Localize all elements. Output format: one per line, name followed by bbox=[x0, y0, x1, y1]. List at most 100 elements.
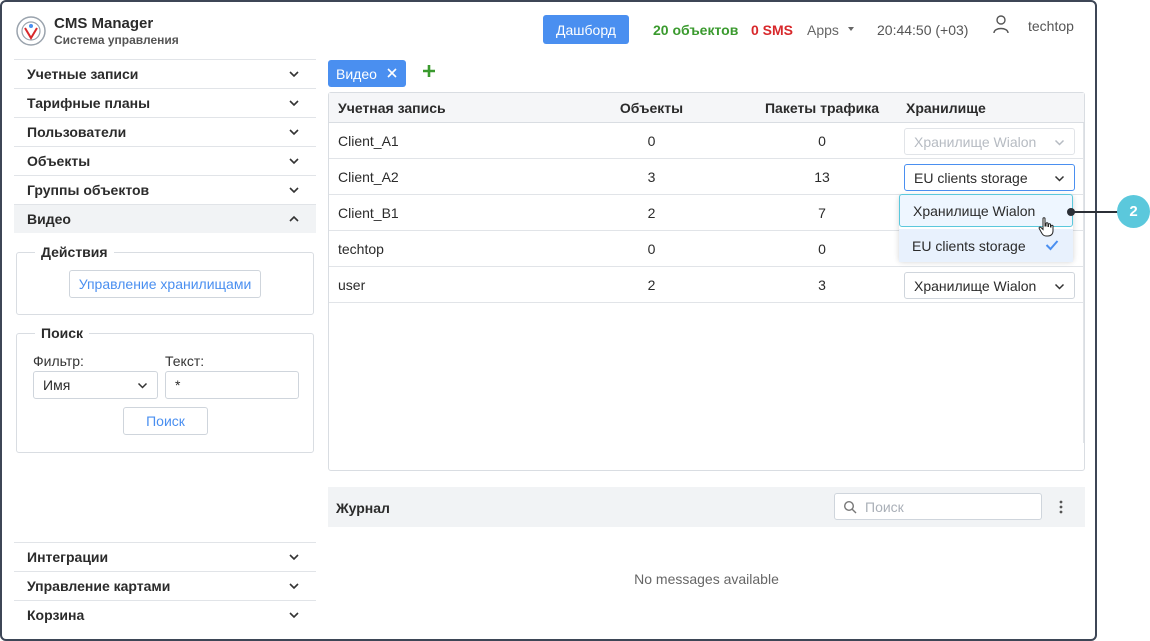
apps-menu[interactable]: Apps bbox=[807, 22, 839, 38]
log-empty-message: No messages available bbox=[328, 571, 1085, 587]
app-window: CMS Manager Система управления Дашборд 2… bbox=[0, 0, 1097, 641]
cell-traffic: 7 bbox=[747, 195, 897, 230]
callout-badge: 2 bbox=[1117, 195, 1150, 228]
chevron-down-icon bbox=[288, 156, 300, 166]
sidebar-item-label: Управление картами bbox=[27, 578, 170, 594]
sidebar-item-label: Пользователи bbox=[27, 124, 126, 140]
log-title: Журнал bbox=[336, 500, 390, 516]
column-header-storage[interactable]: Хранилище bbox=[906, 93, 986, 123]
chevron-down-icon bbox=[288, 185, 300, 195]
cell-traffic: 3 bbox=[747, 267, 897, 302]
sidebar-item-label: Объекты bbox=[27, 153, 90, 169]
text-input[interactable]: * bbox=[165, 371, 299, 399]
search-icon bbox=[843, 500, 857, 514]
sidebar-item-label: Интеграции bbox=[27, 549, 108, 565]
sidebar-item-label: Учетные записи bbox=[27, 66, 138, 82]
dropdown-option-label: Хранилище Wialon bbox=[913, 203, 1035, 219]
chevron-down-icon bbox=[288, 127, 300, 137]
storage-select[interactable]: Хранилище Wialon bbox=[904, 272, 1075, 299]
callout-line bbox=[1071, 211, 1120, 213]
cell-traffic: 0 bbox=[747, 123, 897, 158]
actions-legend: Действия bbox=[35, 244, 114, 260]
search-legend: Поиск bbox=[35, 325, 89, 341]
sidebar-item-object-groups[interactable]: Группы объектов bbox=[14, 175, 316, 204]
storage-select-value: Хранилище Wialon bbox=[914, 278, 1036, 294]
brand-subtitle: Система управления bbox=[54, 33, 179, 47]
storage-select: Хранилище Wialon bbox=[904, 128, 1075, 155]
sidebar-item-integrations[interactable]: Интеграции bbox=[14, 542, 316, 571]
search-group: Поиск Фильтр: Текст: Имя * Поиск bbox=[16, 333, 314, 453]
cell-account: Client_A1 bbox=[338, 123, 399, 158]
sidebar-item-users[interactable]: Пользователи bbox=[14, 117, 316, 146]
dashboard-button[interactable]: Дашборд bbox=[543, 15, 629, 44]
log-header: Журнал Поиск bbox=[328, 487, 1085, 527]
text-input-value: * bbox=[175, 377, 180, 393]
close-icon[interactable] bbox=[386, 67, 398, 79]
chevron-up-icon bbox=[288, 214, 300, 224]
storage-select-value: EU clients storage bbox=[914, 170, 1028, 186]
column-header-account[interactable]: Учетная запись bbox=[338, 93, 446, 123]
chevron-down-icon bbox=[288, 610, 300, 620]
cell-objects: 0 bbox=[589, 123, 714, 158]
table-row: Client_A2 3 13 EU clients storage bbox=[329, 159, 1084, 195]
cell-account: user bbox=[338, 267, 365, 302]
tab-video[interactable]: Видео bbox=[328, 60, 406, 87]
chevron-down-icon bbox=[288, 98, 300, 108]
top-header: CMS Manager Система управления Дашборд 2… bbox=[2, 2, 1095, 59]
chevron-down-icon bbox=[288, 552, 300, 562]
filter-select[interactable]: Имя bbox=[33, 371, 158, 399]
sidebar-item-map-management[interactable]: Управление картами bbox=[14, 571, 316, 600]
storage-select[interactable]: EU clients storage bbox=[904, 164, 1075, 191]
column-header-objects[interactable]: Объекты bbox=[589, 93, 714, 123]
cell-account: Client_B1 bbox=[338, 195, 399, 230]
callout-dot bbox=[1067, 208, 1075, 216]
text-label: Текст: bbox=[165, 353, 204, 369]
chevron-down-icon bbox=[137, 381, 148, 390]
user-icon[interactable] bbox=[992, 14, 1010, 34]
cell-objects: 2 bbox=[589, 195, 714, 230]
sidebar-item-tariff-plans[interactable]: Тарифные планы bbox=[14, 88, 316, 117]
sidebar-item-trash[interactable]: Корзина bbox=[14, 600, 316, 629]
brand-title: CMS Manager bbox=[54, 15, 153, 32]
cms-logo-icon bbox=[14, 14, 48, 48]
sidebar-item-label: Группы объектов bbox=[27, 182, 149, 198]
sidebar-item-video[interactable]: Видео bbox=[14, 204, 316, 233]
table-row: Client_A1 0 0 Хранилище Wialon bbox=[329, 123, 1084, 159]
log-search-placeholder: Поиск bbox=[865, 499, 904, 515]
sms-count[interactable]: 0 SMS bbox=[751, 22, 793, 38]
sidebar-item-label: Видео bbox=[27, 211, 71, 227]
cell-objects: 0 bbox=[589, 231, 714, 266]
cell-objects: 2 bbox=[589, 267, 714, 302]
dropdown-option-label: EU clients storage bbox=[912, 238, 1026, 254]
accounts-table: Учетная запись Объекты Пакеты трафика Хр… bbox=[328, 92, 1085, 471]
tab-label: Видео bbox=[336, 66, 377, 82]
chevron-down-icon bbox=[1054, 174, 1065, 183]
sidebar-item-label: Корзина bbox=[27, 607, 84, 623]
apps-caret-icon[interactable] bbox=[848, 27, 854, 31]
sidebar-item-label: Тарифные планы bbox=[27, 95, 150, 111]
cell-traffic: 0 bbox=[747, 231, 897, 266]
search-button[interactable]: Поиск bbox=[123, 407, 208, 435]
sidebar-item-objects[interactable]: Объекты bbox=[14, 146, 316, 175]
hand-cursor-icon bbox=[1038, 217, 1054, 237]
chevron-down-icon bbox=[1054, 282, 1065, 291]
checkmark-icon bbox=[1045, 239, 1059, 251]
add-tab-icon[interactable] bbox=[422, 64, 436, 78]
column-header-traffic[interactable]: Пакеты трафика bbox=[747, 93, 897, 123]
objects-count[interactable]: 20 объектов bbox=[653, 22, 738, 38]
manage-storage-button[interactable]: Управление хранилищами bbox=[69, 270, 261, 298]
sidebar-item-accounts[interactable]: Учетные записи bbox=[14, 59, 316, 88]
username[interactable]: techtop bbox=[1028, 18, 1074, 34]
filter-select-value: Имя bbox=[43, 377, 70, 393]
filter-label: Фильтр: bbox=[33, 353, 84, 369]
storage-select-value: Хранилище Wialon bbox=[914, 134, 1036, 150]
actions-group: Действия Управление хранилищами bbox=[16, 252, 314, 315]
table-scrollbar[interactable] bbox=[1083, 123, 1084, 443]
chevron-down-icon bbox=[1054, 138, 1065, 147]
cell-account: Client_A2 bbox=[338, 159, 399, 194]
log-search-input[interactable]: Поиск bbox=[834, 493, 1042, 520]
clock: 20:44:50 (+03) bbox=[877, 22, 968, 38]
cell-objects: 3 bbox=[589, 159, 714, 194]
table-row: user 2 3 Хранилище Wialon bbox=[329, 267, 1084, 303]
more-options-icon[interactable] bbox=[1059, 499, 1063, 515]
